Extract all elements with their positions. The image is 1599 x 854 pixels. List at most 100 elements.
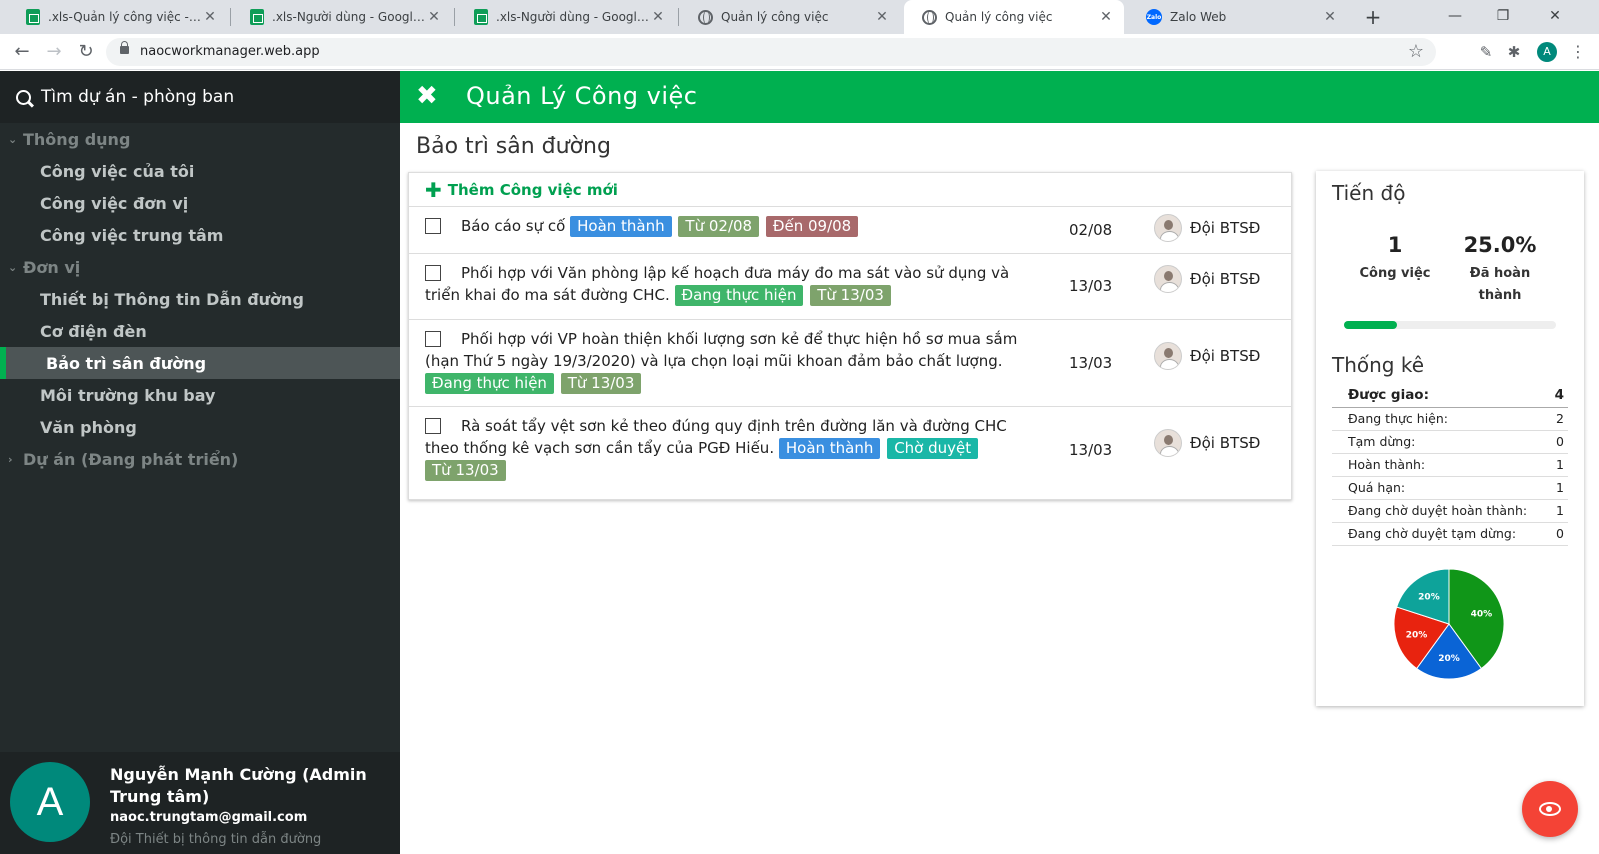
extension-pen-icon[interactable]: ✎ (1476, 42, 1496, 62)
browser-tab[interactable]: Quản lý công việc ✕ (680, 0, 900, 34)
task-row[interactable]: Rà soát tẩy vệt sơn kẻ theo đúng quy địn… (409, 407, 1291, 494)
progress-bar (1344, 321, 1556, 329)
tab-close-icon[interactable]: ✕ (650, 9, 666, 25)
project-search[interactable]: Tìm dự án - phòng ban (0, 71, 400, 123)
stats-table: Được giao: 4 Đang thực hiện: 2 Tạm dừng: 0 Hoà… (1332, 384, 1568, 546)
tab-title: .xls-Người dùng - Google Shee (496, 10, 650, 24)
sidebar-nav-item[interactable]: Văn phòng (0, 411, 400, 443)
sidebar-nav-item[interactable]: Công việc trung tâm (0, 219, 400, 251)
close-icon[interactable]: ✖ (416, 81, 438, 111)
tab-title: Zalo Web (1170, 10, 1227, 24)
sidebar-nav-item[interactable]: Thiết bị Thông tin Dẫn đường (0, 283, 400, 315)
url-text[interactable]: naocworkmanager.web.app (140, 44, 320, 59)
tab-separator (678, 8, 679, 26)
browser-tab[interactable]: Zalo Zalo Web ✕ (1128, 0, 1348, 34)
add-task-label: Thêm Công việc mới (447, 180, 618, 199)
tab-close-icon[interactable]: ✕ (874, 9, 890, 25)
assignee-name: Đội BTSĐ (1190, 433, 1261, 452)
task-title[interactable]: Phối hợp với VP hoàn thiện khối lượng sơ… (425, 330, 1017, 370)
sidebar-nav-item[interactable]: Bảo trì sân đường (0, 347, 400, 379)
app-title: Quản Lý Công việc (466, 82, 698, 110)
task-badge: Từ 02/08 (678, 216, 760, 237)
browser-tab[interactable]: .xls-Người dùng - Google Shee✕ (456, 0, 676, 34)
browser-tab[interactable]: Quản lý công việc ✕ (904, 0, 1124, 34)
profile-avatar-button[interactable]: A (1537, 42, 1557, 62)
task-badge: Chờ duyệt (887, 438, 979, 459)
browser-menu-icon[interactable]: ⋮ (1568, 40, 1588, 64)
task-badge: Hoàn thành (570, 216, 672, 237)
view-fab-button[interactable] (1522, 781, 1578, 837)
task-date: 13/03 (1069, 353, 1113, 372)
forward-button[interactable]: → (40, 38, 68, 66)
nav-group[interactable]: ⌄ Thông dụng (0, 123, 400, 155)
task-badge: Từ 13/03 (560, 373, 642, 394)
browser-tab[interactable]: .xls-Người dùng - Google Shee✕ (232, 0, 452, 34)
extensions-puzzle-icon[interactable]: ✱ (1504, 42, 1524, 62)
sidebar-nav-item[interactable]: Môi trường khu bay (0, 379, 400, 411)
task-row[interactable]: Phối hợp với VP hoàn thiện khối lượng sơ… (409, 320, 1291, 407)
pie-slice-label: 40% (1471, 609, 1493, 619)
user-department: Đội Thiết bị thông tin dẫn đường (110, 832, 322, 847)
reload-button[interactable]: ↻ (72, 38, 100, 66)
task-badge: Đang thực hiện (425, 373, 554, 394)
assignee-name: Đội BTSĐ (1190, 270, 1261, 288)
task-title[interactable]: Báo cáo sự cố (461, 217, 565, 235)
assignee-name: Đội BTSĐ (1190, 219, 1261, 237)
browser-tab[interactable]: .xls-Quản lý công việc - Google✕ (8, 0, 228, 34)
zalo-icon: Zalo (1146, 9, 1162, 25)
task-date: 13/03 (1069, 440, 1113, 459)
stats-row: Quá hạn: 1 (1332, 476, 1568, 500)
sheets-icon (26, 9, 40, 25)
task-assignee[interactable]: Đội BTSĐ (1154, 341, 1260, 370)
task-badge: Từ 13/03 (425, 460, 506, 481)
search-icon (16, 89, 31, 105)
tab-close-icon[interactable]: ✕ (202, 9, 218, 25)
task-checkbox[interactable] (425, 331, 441, 347)
new-tab-button[interactable]: + (1360, 4, 1386, 30)
task-assignee[interactable]: Đội BTSĐ (1154, 428, 1261, 457)
tab-close-icon[interactable]: ✕ (426, 9, 442, 25)
add-task-button[interactable]: ✚ Thêm Công việc mới (409, 173, 1291, 207)
sheets-icon (474, 9, 488, 25)
task-row[interactable]: Báo cáo sự cố Hoàn thành Từ 02/08 Đến 09… (409, 207, 1291, 254)
user-name: Nguyễn Mạnh Cường (Admin Trung tâm) (110, 765, 367, 806)
sidebar: Tìm dự án - phòng ban ⌄ Thông dụng Công vi… (0, 71, 400, 854)
user-avatar[interactable]: A (10, 762, 90, 842)
done-percent-label: Đã hoàn thành (1469, 266, 1531, 303)
stats-label: Đang chờ duyệt hoàn thành: (1332, 499, 1553, 523)
stats-value: 0 (1552, 522, 1568, 546)
task-checkbox[interactable] (425, 265, 441, 281)
task-badge: Đến 09/08 (765, 216, 859, 237)
back-button[interactable]: ← (8, 38, 36, 66)
task-row[interactable]: Phối hợp với Văn phòng lập kế hoạch đưa … (409, 254, 1291, 320)
window-close-button[interactable]: ✕ (1540, 4, 1570, 28)
restore-button[interactable]: ❐ (1488, 4, 1518, 28)
task-badge: Đang thực hiện (674, 285, 804, 306)
task-content: Báo cáo sự cố Hoàn thành Từ 02/08 Đến 09… (425, 215, 1045, 237)
task-content: Phối hợp với VP hoàn thiện khối lượng sơ… (425, 328, 1045, 394)
task-checkbox[interactable] (425, 418, 441, 434)
sidebar-nav-item[interactable]: Công việc của tôi (0, 155, 400, 187)
task-badge: Từ 13/03 (810, 285, 891, 306)
minimize-button[interactable]: — (1440, 4, 1470, 28)
nav-group[interactable]: › Dự án (Đang phát triển) (0, 443, 400, 475)
app-header: ✖ Quản Lý Công việc (400, 71, 1599, 123)
task-checkbox[interactable] (425, 218, 441, 234)
sidebar-nav-item[interactable]: Cơ điện đèn (0, 315, 400, 347)
tab-title: Quản lý công việc (721, 10, 829, 24)
bookmark-star-icon[interactable]: ☆ (1408, 41, 1424, 62)
pie-slice-label: 20% (1438, 654, 1460, 664)
task-assignee[interactable]: Đội BTSĐ (1154, 214, 1260, 242)
search-label: Tìm dự án - phòng ban (41, 87, 235, 107)
task-assignee[interactable]: Đội BTSĐ (1154, 265, 1260, 293)
pie-slice-label: 20% (1418, 592, 1440, 602)
tab-close-icon[interactable]: ✕ (1322, 9, 1338, 25)
task-count-label: Công việc (1359, 266, 1431, 281)
nav-group[interactable]: ⌄ Đơn vị (0, 251, 400, 283)
address-bar[interactable]: naocworkmanager.web.app ☆ (106, 38, 1436, 66)
sidebar-nav-item[interactable]: Công việc đơn vị (0, 187, 400, 219)
stats-row: Hoàn thành: 1 (1332, 453, 1568, 477)
stats-label: Quá hạn: (1332, 476, 1553, 500)
tab-close-icon[interactable]: ✕ (1098, 9, 1114, 25)
stats-row: Đang chờ duyệt tạm dừng: 0 (1332, 522, 1568, 546)
